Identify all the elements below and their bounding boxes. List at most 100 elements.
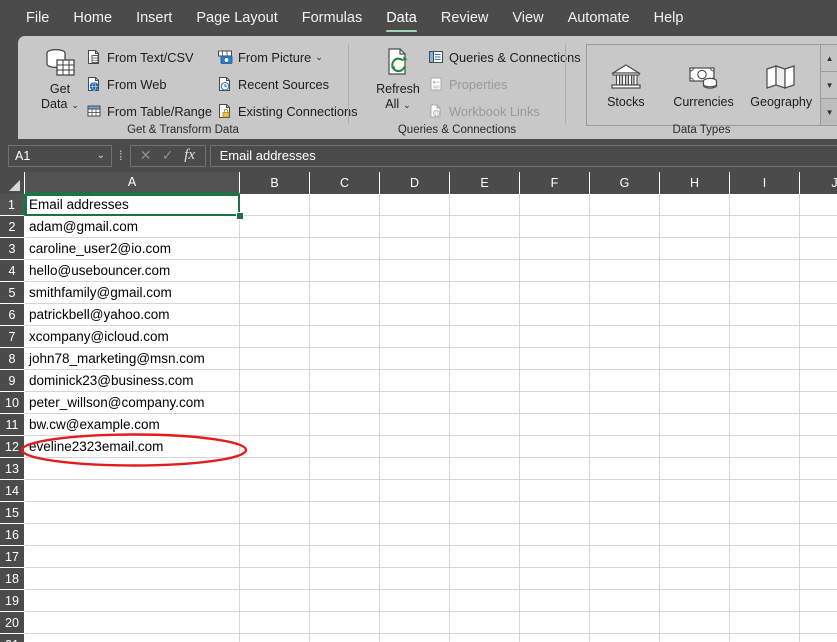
cell-C16[interactable] [310, 524, 380, 546]
column-header-C[interactable]: C [310, 172, 380, 194]
data-type-geography[interactable]: Geography [742, 45, 820, 125]
cell-I12[interactable] [730, 436, 800, 458]
cell-G7[interactable] [590, 326, 660, 348]
cell-H16[interactable] [660, 524, 730, 546]
cell-J14[interactable] [800, 480, 837, 502]
cancel-icon[interactable]: ✕ [135, 147, 157, 164]
cell-G20[interactable] [590, 612, 660, 634]
row-header-2[interactable]: 2 [0, 216, 25, 238]
cell-D4[interactable] [380, 260, 450, 282]
command-existing-connections[interactable]: Existing Connections [217, 103, 358, 119]
cell-I8[interactable] [730, 348, 800, 370]
cell-A6[interactable]: patrickbell@yahoo.com [25, 304, 240, 326]
row-header-12[interactable]: 12 [0, 436, 25, 458]
cell-B15[interactable] [240, 502, 310, 524]
cell-C18[interactable] [310, 568, 380, 590]
cell-G15[interactable] [590, 502, 660, 524]
row-header-13[interactable]: 13 [0, 458, 25, 480]
cell-H1[interactable] [660, 194, 730, 216]
cell-J4[interactable] [800, 260, 837, 282]
cell-E10[interactable] [450, 392, 520, 414]
cell-D13[interactable] [380, 458, 450, 480]
cell-F2[interactable] [520, 216, 590, 238]
cell-D3[interactable] [380, 238, 450, 260]
cell-A3[interactable]: caroline_user2@io.com [25, 238, 240, 260]
cell-I19[interactable] [730, 590, 800, 612]
cell-F18[interactable] [520, 568, 590, 590]
cell-F14[interactable] [520, 480, 590, 502]
cell-B17[interactable] [240, 546, 310, 568]
cell-E8[interactable] [450, 348, 520, 370]
cell-C17[interactable] [310, 546, 380, 568]
cell-H10[interactable] [660, 392, 730, 414]
cell-G12[interactable] [590, 436, 660, 458]
cell-A5[interactable]: smithfamily@gmail.com [25, 282, 240, 304]
cell-F20[interactable] [520, 612, 590, 634]
column-header-B[interactable]: B [240, 172, 310, 194]
cell-D11[interactable] [380, 414, 450, 436]
cell-H11[interactable] [660, 414, 730, 436]
cell-D14[interactable] [380, 480, 450, 502]
column-header-I[interactable]: I [730, 172, 800, 194]
cell-G9[interactable] [590, 370, 660, 392]
cell-C8[interactable] [310, 348, 380, 370]
row-header-16[interactable]: 16 [0, 524, 25, 546]
cell-D9[interactable] [380, 370, 450, 392]
cell-J6[interactable] [800, 304, 837, 326]
cell-E14[interactable] [450, 480, 520, 502]
cell-G2[interactable] [590, 216, 660, 238]
cell-D6[interactable] [380, 304, 450, 326]
cell-H14[interactable] [660, 480, 730, 502]
cell-E13[interactable] [450, 458, 520, 480]
cell-H17[interactable] [660, 546, 730, 568]
cell-I13[interactable] [730, 458, 800, 480]
cell-G13[interactable] [590, 458, 660, 480]
column-header-G[interactable]: G [590, 172, 660, 194]
cell-J15[interactable] [800, 502, 837, 524]
cell-C9[interactable] [310, 370, 380, 392]
row-header-10[interactable]: 10 [0, 392, 25, 414]
cell-A14[interactable] [25, 480, 240, 502]
cell-I1[interactable] [730, 194, 800, 216]
cell-J11[interactable] [800, 414, 837, 436]
cell-F3[interactable] [520, 238, 590, 260]
cell-A21[interactable] [25, 634, 240, 642]
cell-E19[interactable] [450, 590, 520, 612]
cell-D2[interactable] [380, 216, 450, 238]
cell-H2[interactable] [660, 216, 730, 238]
cell-B5[interactable] [240, 282, 310, 304]
cell-C1[interactable] [310, 194, 380, 216]
cell-A10[interactable]: peter_willson@company.com [25, 392, 240, 414]
cell-J1[interactable] [800, 194, 837, 216]
ribbon-tab-view[interactable]: View [500, 0, 555, 36]
cell-C4[interactable] [310, 260, 380, 282]
row-header-4[interactable]: 4 [0, 260, 25, 282]
cell-C19[interactable] [310, 590, 380, 612]
cell-I7[interactable] [730, 326, 800, 348]
cell-J5[interactable] [800, 282, 837, 304]
cell-I11[interactable] [730, 414, 800, 436]
cell-H19[interactable] [660, 590, 730, 612]
cell-H7[interactable] [660, 326, 730, 348]
cell-F15[interactable] [520, 502, 590, 524]
cell-D12[interactable] [380, 436, 450, 458]
cell-I6[interactable] [730, 304, 800, 326]
cell-D5[interactable] [380, 282, 450, 304]
command-queries-and-connections[interactable]: Queries & Connections [428, 49, 581, 65]
scroll-down-icon[interactable]: ▼ [821, 72, 837, 99]
cell-F9[interactable] [520, 370, 590, 392]
cell-H15[interactable] [660, 502, 730, 524]
cell-J2[interactable] [800, 216, 837, 238]
cell-B7[interactable] [240, 326, 310, 348]
ribbon-tab-page-layout[interactable]: Page Layout [184, 0, 289, 36]
cell-F8[interactable] [520, 348, 590, 370]
cell-H13[interactable] [660, 458, 730, 480]
cell-C14[interactable] [310, 480, 380, 502]
column-header-E[interactable]: E [450, 172, 520, 194]
cell-B20[interactable] [240, 612, 310, 634]
cell-C15[interactable] [310, 502, 380, 524]
cell-I4[interactable] [730, 260, 800, 282]
cell-B18[interactable] [240, 568, 310, 590]
cell-E11[interactable] [450, 414, 520, 436]
row-header-9[interactable]: 9 [0, 370, 25, 392]
